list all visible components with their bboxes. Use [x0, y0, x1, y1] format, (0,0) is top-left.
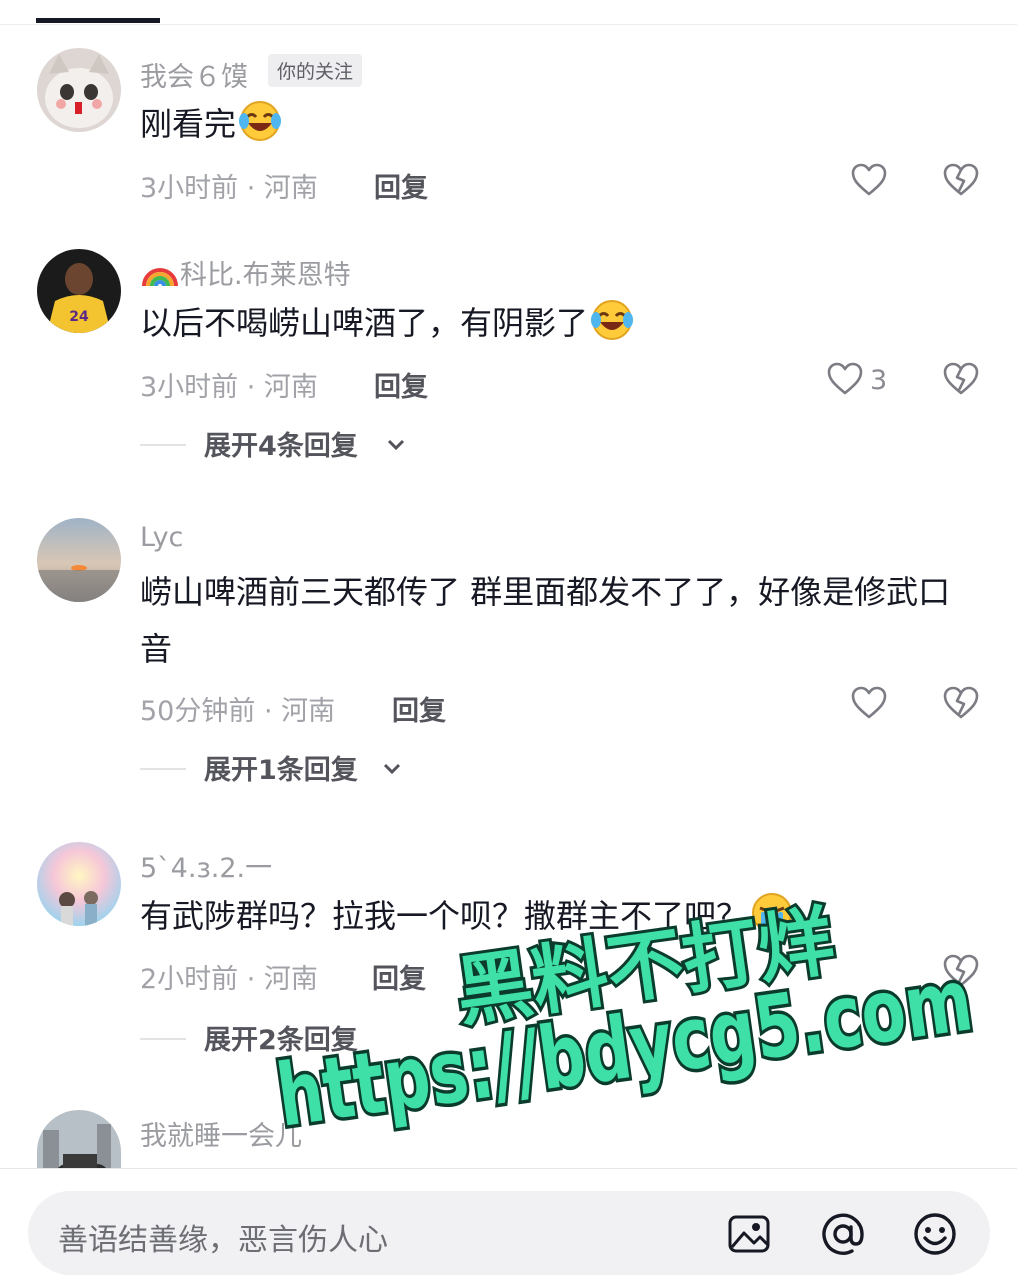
comment-meta: 2小时前 · 河南: [140, 964, 318, 995]
comment-meta: 3小时前 · 河南: [140, 173, 318, 204]
avatar[interactable]: [37, 518, 121, 602]
reply-button[interactable]: 回复: [392, 689, 446, 728]
image-icon[interactable]: [726, 1211, 772, 1257]
chevron-down-icon: [387, 439, 405, 451]
comment-text: 以后不喝崂山啤酒了，有阴影了: [140, 295, 980, 352]
expand-replies[interactable]: 展开4条回复: [140, 424, 420, 464]
comment-meta: 50分钟前 · 河南: [140, 696, 336, 727]
divider: [140, 1038, 186, 1040]
comment-text: 刚看完: [140, 96, 980, 153]
username[interactable]: 我会６馍: [140, 55, 248, 94]
divider: [140, 768, 186, 770]
username-text: 科比.布莱恩特: [180, 260, 351, 291]
laugh-cry-emoji-icon: [239, 101, 282, 141]
broken-heart-icon[interactable]: [942, 161, 980, 199]
emoji-icon[interactable]: [912, 1211, 958, 1257]
broken-heart-icon[interactable]: [942, 952, 980, 990]
expand-replies-label: 展开1条回复: [204, 755, 358, 786]
comment-input[interactable]: 善语结善缘，恶言伤人心: [28, 1191, 990, 1275]
svg-text:24: 24: [69, 309, 89, 325]
reply-button[interactable]: 回复: [374, 365, 428, 404]
broken-heart-icon[interactable]: [942, 360, 980, 398]
username[interactable]: Lyc: [140, 522, 183, 553]
heart-icon[interactable]: [850, 684, 888, 722]
expand-replies[interactable]: 展开2条回复: [140, 1018, 420, 1058]
username[interactable]: 我就睡一会儿: [140, 1114, 302, 1153]
comment-text: 崂山啤酒前三天都传了 群里面都发不了了，好像是修武口音: [140, 573, 951, 668]
reply-button[interactable]: 回复: [372, 957, 426, 996]
top-tab-bar: [0, 0, 1017, 25]
rainbow-icon: [142, 268, 178, 287]
username[interactable]: 5`4.з.2.一: [140, 846, 272, 885]
divider: [140, 444, 186, 446]
active-tab-indicator: [36, 18, 160, 23]
like-count: 3: [870, 365, 888, 396]
comment-meta: 3小时前 · 河南: [140, 372, 318, 403]
avatar[interactable]: [37, 1110, 121, 1168]
chevron-down-icon: [383, 763, 401, 775]
at-icon[interactable]: [820, 1211, 866, 1257]
crying-emoji-icon: [752, 893, 793, 933]
comment-text-body: 刚看完: [140, 105, 237, 143]
heart-icon[interactable]: [826, 360, 864, 398]
avatar[interactable]: [37, 842, 121, 926]
expand-replies[interactable]: 展开1条回复: [140, 748, 420, 788]
reply-button[interactable]: 回复: [374, 166, 428, 205]
comment-input-bar: 善语结善缘，恶言伤人心: [0, 1169, 1017, 1280]
comment-input-placeholder: 善语结善缘，恶言伤人心: [58, 1223, 388, 1258]
avatar[interactable]: [37, 48, 121, 132]
expand-replies-label: 展开4条回复: [204, 431, 358, 462]
expand-replies-label: 展开2条回复: [204, 1025, 358, 1056]
laugh-cry-emoji-icon: [591, 300, 634, 340]
broken-heart-icon[interactable]: [942, 684, 980, 722]
comment-text-body: 有武陟群吗？拉我一个呗？撒群主不了吧？: [140, 897, 749, 935]
heart-icon[interactable]: [850, 161, 888, 199]
username[interactable]: 科比.布莱恩特: [140, 253, 351, 292]
avatar[interactable]: 24: [37, 249, 121, 333]
following-badge: 你的关注: [268, 54, 363, 87]
comment-text-body: 以后不喝崂山啤酒了，有阴影了: [140, 304, 589, 342]
comment-text: 有武陟群吗？拉我一个呗？撒群主不了吧？: [140, 888, 980, 945]
